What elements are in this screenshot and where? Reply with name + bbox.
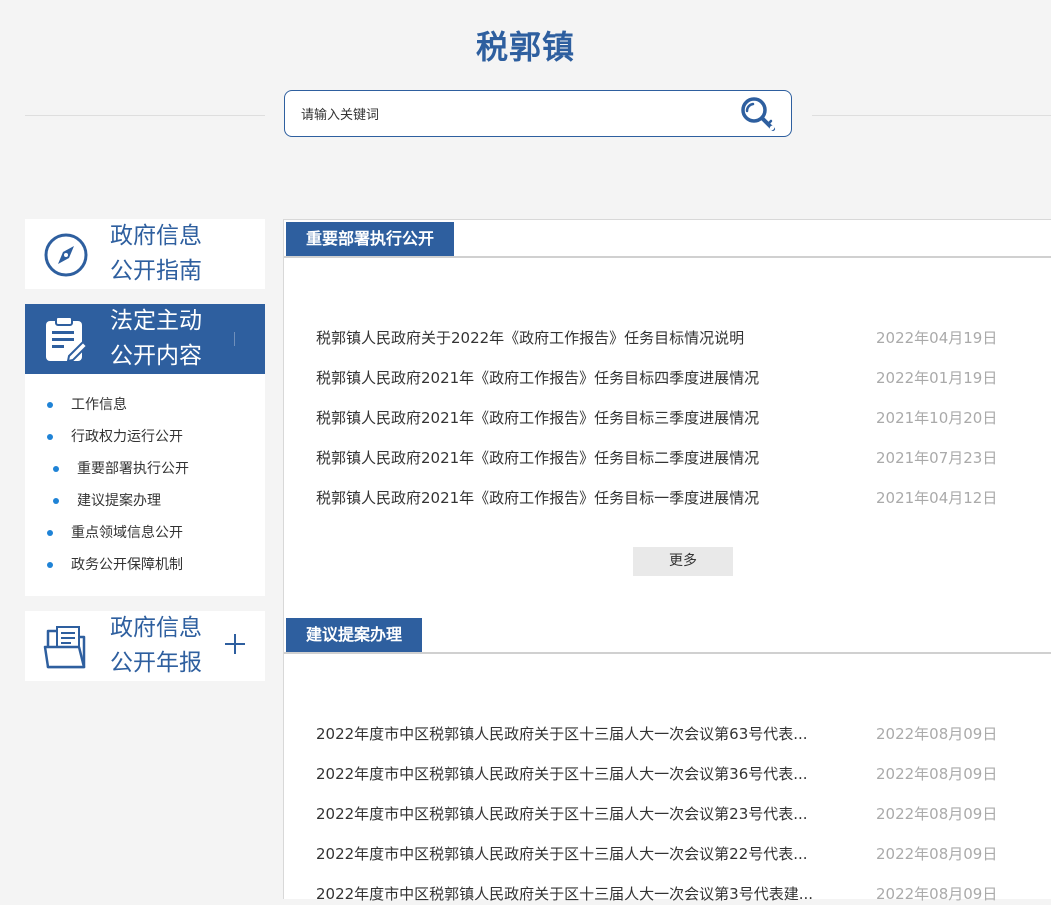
list-item[interactable]: 税郭镇人民政府2021年《政府工作报告》任务目标三季度进展情况 2021年10月… <box>316 407 1016 429</box>
list-item-title[interactable]: 税郭镇人民政府2021年《政府工作报告》任务目标一季度进展情况 <box>316 487 856 508</box>
list-item-title[interactable]: 2022年度市中区税郭镇人民政府关于区十三届人大一次会议第3号代表建... <box>316 883 856 904</box>
submenu-item-key-areas[interactable]: 重点领域信息公开 <box>47 523 183 543</box>
section-tab-deployment[interactable]: 重要部署执行公开 <box>286 222 455 256</box>
search-box <box>284 90 792 137</box>
bullet-icon <box>47 530 53 536</box>
list-item[interactable]: 税郭镇人民政府关于2022年《政府工作报告》任务目标情况说明 2022年04月1… <box>316 327 1016 349</box>
search-button[interactable] <box>739 95 779 135</box>
sidebar-submenu: 工作信息 行政权力运行公开 重要部署执行公开 建议提案办理 重点领域信息公开 政… <box>25 374 265 596</box>
list-item[interactable]: 2022年度市中区税郭镇人民政府关于区十三届人大一次会议第36号代表... 20… <box>316 763 1016 785</box>
header-divider-right <box>812 115 1051 116</box>
section-divider <box>284 652 1051 654</box>
sidebar-report-label: 政府信息 公开年报 <box>110 615 202 676</box>
list-item-title[interactable]: 税郭镇人民政府2021年《政府工作报告》任务目标四季度进展情况 <box>316 367 856 388</box>
section-divider <box>284 256 1051 258</box>
search-input[interactable] <box>299 103 723 127</box>
sidebar-item-statutory[interactable]: 法定主动 公开内容 <box>25 304 265 374</box>
list-item-title[interactable]: 税郭镇人民政府2021年《政府工作报告》任务目标二季度进展情况 <box>316 447 856 468</box>
folder-document-icon <box>43 626 86 669</box>
submenu-item-deployment[interactable]: 重要部署执行公开 <box>53 459 189 479</box>
list-item-date: 2022年08月09日 <box>876 805 998 823</box>
header-divider-left <box>25 115 265 116</box>
list-item-date: 2022年08月09日 <box>876 885 998 903</box>
list-item-date: 2022年01月19日 <box>876 369 998 387</box>
content-panel: 重要部署执行公开 税郭镇人民政府关于2022年《政府工作报告》任务目标情况说明 … <box>283 219 1051 903</box>
list-item-date: 2021年07月23日 <box>876 449 998 467</box>
active-indicator <box>234 332 235 346</box>
plus-icon[interactable] <box>223 632 247 656</box>
site-title: 税郭镇 <box>475 28 575 66</box>
list-item[interactable]: 2022年度市中区税郭镇人民政府关于区十三届人大一次会议第22号代表... 20… <box>316 843 1016 865</box>
section-header-proposals: 建议提案办理 <box>284 618 1051 654</box>
list-item-date: 2022年08月09日 <box>876 765 998 783</box>
more-button[interactable]: 更多 <box>633 547 733 576</box>
list-item-title[interactable]: 2022年度市中区税郭镇人民政府关于区十三届人大一次会议第23号代表... <box>316 803 856 824</box>
submenu-item-proposals[interactable]: 建议提案办理 <box>53 491 161 511</box>
list-item-date: 2021年04月12日 <box>876 489 998 507</box>
submenu-item-guarantee[interactable]: 政务公开保障机制 <box>47 555 183 575</box>
bullet-icon <box>47 434 53 440</box>
list-item[interactable]: 2022年度市中区税郭镇人民政府关于区十三届人大一次会议第63号代表... 20… <box>316 723 1016 745</box>
list-item-date: 2021年10月20日 <box>876 409 998 427</box>
submenu-item-power-operation[interactable]: 行政权力运行公开 <box>47 427 183 447</box>
sidebar-item-guide[interactable]: 政府信息 公开指南 <box>25 219 265 289</box>
list-item-date: 2022年08月09日 <box>876 725 998 743</box>
clipboard-edit-icon <box>46 316 89 363</box>
list-item[interactable]: 税郭镇人民政府2021年《政府工作报告》任务目标四季度进展情况 2022年01月… <box>316 367 1016 389</box>
list-item-title[interactable]: 税郭镇人民政府2021年《政府工作报告》任务目标三季度进展情况 <box>316 407 856 428</box>
list-item-date: 2022年04月19日 <box>876 329 998 347</box>
bullet-icon <box>53 466 59 472</box>
search-key-icon <box>741 97 775 131</box>
list-item[interactable]: 2022年度市中区税郭镇人民政府关于区十三届人大一次会议第23号代表... 20… <box>316 803 1016 825</box>
section-tab-proposals[interactable]: 建议提案办理 <box>286 618 423 652</box>
bullet-icon <box>47 402 53 408</box>
sidebar-statutory-label: 法定主动 公开内容 <box>110 308 202 369</box>
list-item[interactable]: 税郭镇人民政府2021年《政府工作报告》任务目标一季度进展情况 2021年04月… <box>316 487 1016 509</box>
list-item-title[interactable]: 2022年度市中区税郭镇人民政府关于区十三届人大一次会议第63号代表... <box>316 723 856 744</box>
sidebar-item-annual-report[interactable]: 政府信息 公开年报 <box>25 611 265 681</box>
section-header-deployment: 重要部署执行公开 <box>284 222 1051 258</box>
list-item-title[interactable]: 2022年度市中区税郭镇人民政府关于区十三届人大一次会议第22号代表... <box>316 843 856 864</box>
list-item-date: 2022年08月09日 <box>876 845 998 863</box>
bullet-icon <box>47 562 53 568</box>
list-item[interactable]: 2022年度市中区税郭镇人民政府关于区十三届人大一次会议第3号代表建... 20… <box>316 883 1016 905</box>
sidebar-guide-label: 政府信息 公开指南 <box>110 223 202 284</box>
submenu-item-work-info[interactable]: 工作信息 <box>47 395 127 415</box>
list-item[interactable]: 税郭镇人民政府2021年《政府工作报告》任务目标二季度进展情况 2021年07月… <box>316 447 1016 469</box>
compass-icon <box>44 233 88 277</box>
bullet-icon <box>53 498 59 504</box>
list-item-title[interactable]: 税郭镇人民政府关于2022年《政府工作报告》任务目标情况说明 <box>316 327 856 348</box>
list-item-title[interactable]: 2022年度市中区税郭镇人民政府关于区十三届人大一次会议第36号代表... <box>316 763 856 784</box>
